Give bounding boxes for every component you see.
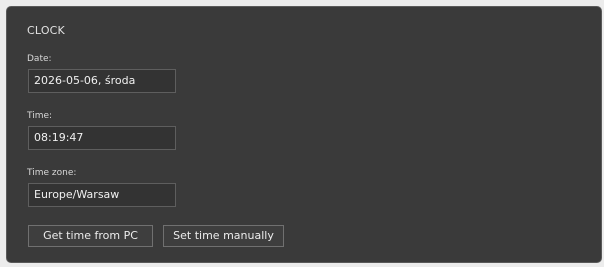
clock-panel: CLOCK Date: 2026-05-06, środa Time: 08:1… xyxy=(6,6,602,263)
date-field[interactable]: 2026-05-06, środa xyxy=(28,69,176,93)
timezone-label: Time zone: xyxy=(27,168,77,178)
time-label: Time: xyxy=(27,111,53,121)
set-time-manually-button[interactable]: Set time manually xyxy=(163,225,284,247)
timezone-field[interactable]: Europe/Warsaw xyxy=(28,183,176,207)
panel-title: CLOCK xyxy=(27,24,65,37)
get-time-from-pc-button[interactable]: Get time from PC xyxy=(28,225,153,247)
date-label: Date: xyxy=(27,54,52,64)
time-field[interactable]: 08:19:47 xyxy=(28,126,176,150)
